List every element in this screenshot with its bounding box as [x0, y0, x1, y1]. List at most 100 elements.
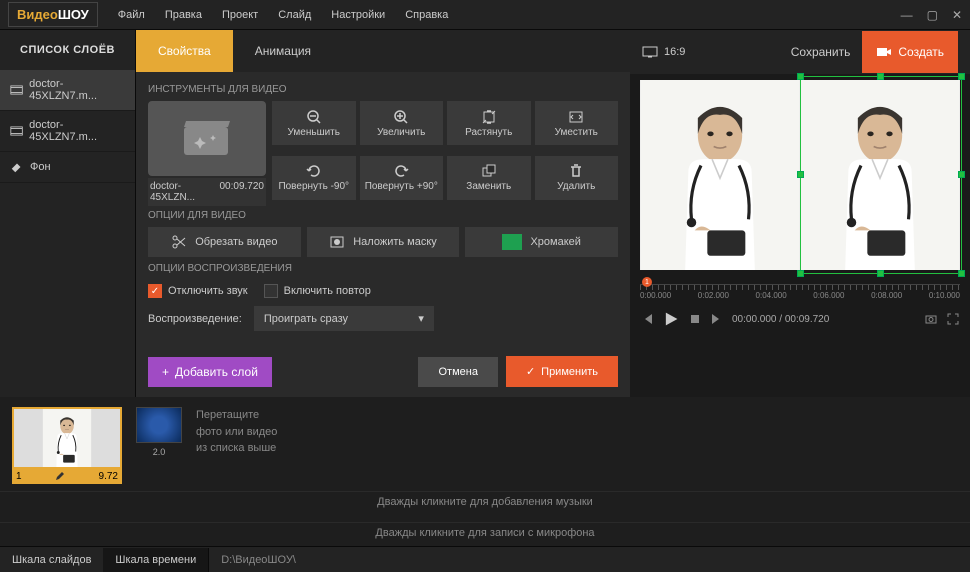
- time-mark: 0:10.000: [929, 291, 960, 300]
- zoom-out-button[interactable]: Уменьшить: [272, 101, 356, 145]
- stop-button[interactable]: [688, 312, 702, 326]
- slide-card[interactable]: 1 9.72: [12, 407, 122, 484]
- rotate-left-icon: [306, 163, 322, 179]
- checkbox-icon: [264, 284, 278, 298]
- chroma-swatch-icon: [502, 234, 522, 250]
- replace-icon: [481, 163, 497, 179]
- video-icon: [10, 124, 23, 138]
- play-button[interactable]: [662, 310, 680, 328]
- add-music-hint[interactable]: Дважды кликните для добавления музыки: [0, 491, 970, 512]
- layer-label: doctor-45XLZN7.m...: [29, 119, 125, 143]
- clip-name: doctor-45XLZN...: [150, 181, 220, 203]
- menu-file[interactable]: Файл: [108, 3, 155, 27]
- pencil-icon: [55, 471, 65, 481]
- rotate-right-icon: [393, 163, 409, 179]
- clip-thumbnail[interactable]: [148, 101, 266, 176]
- add-layer-button[interactable]: +Добавить слой: [148, 357, 272, 387]
- paint-icon: [10, 160, 24, 174]
- chevron-down-icon: ▾: [418, 312, 424, 325]
- rotate-left-button[interactable]: Повернуть -90°: [272, 156, 356, 200]
- menu-project[interactable]: Проект: [212, 3, 268, 27]
- crop-video-button[interactable]: Обрезать видео: [148, 227, 301, 257]
- clip-duration: 00:09.720: [220, 181, 265, 203]
- mask-icon: [329, 234, 345, 250]
- tab-animation[interactable]: Анимация: [233, 30, 333, 72]
- apply-button[interactable]: ✓Применить: [506, 356, 618, 387]
- time-position: 00:00.000 / 00:09.720: [732, 314, 829, 325]
- app-logo: ВидеоШОУ: [8, 2, 98, 27]
- menu-help[interactable]: Справка: [395, 3, 458, 27]
- camera-icon: [876, 45, 892, 59]
- layer-label: Фон: [30, 161, 51, 173]
- prev-button[interactable]: [640, 312, 654, 326]
- delete-button[interactable]: Удалить: [535, 156, 619, 200]
- clapper-sparkle-icon: [182, 119, 232, 159]
- trash-icon: [568, 163, 584, 179]
- resize-handle[interactable]: [958, 270, 965, 277]
- transition-thumb: [136, 407, 182, 443]
- resize-handle[interactable]: [877, 270, 884, 277]
- menu-settings[interactable]: Настройки: [321, 3, 395, 27]
- section-play-opts: ОПЦИИ ВОСПРОИЗВЕДЕНИЯ: [148, 263, 618, 274]
- loop-checkbox[interactable]: Включить повтор: [264, 284, 371, 298]
- menu-edit[interactable]: Правка: [155, 3, 212, 27]
- selection-box[interactable]: [800, 76, 962, 274]
- checkbox-checked-icon: ✓: [148, 284, 162, 298]
- time-mark: 0:08.000: [871, 291, 902, 300]
- playback-label: Воспроизведение:: [148, 313, 242, 325]
- snapshot-button[interactable]: [924, 312, 938, 326]
- time-mark: 0:04.000: [756, 291, 787, 300]
- slide-number: 1: [16, 471, 22, 482]
- project-path: D:\ВидеоШОУ\: [208, 548, 308, 572]
- time-mark: 0:06.000: [813, 291, 844, 300]
- rotate-right-button[interactable]: Повернуть +90°: [360, 156, 444, 200]
- slide-thumb-image: [14, 409, 120, 467]
- resize-handle[interactable]: [958, 171, 965, 178]
- layer-item-0[interactable]: doctor-45XLZN7.m...: [0, 70, 135, 111]
- resize-handle[interactable]: [958, 73, 965, 80]
- preview-panel: 16:9 Сохранить Создать 1 0:00.000 0:02.0…: [630, 30, 970, 397]
- cancel-button[interactable]: Отмена: [418, 357, 497, 387]
- minimize-icon[interactable]: —: [901, 8, 913, 22]
- fit-button[interactable]: Уместить: [535, 101, 619, 145]
- playhead[interactable]: 1: [642, 277, 652, 287]
- scissors-icon: [171, 234, 187, 250]
- fullscreen-button[interactable]: [946, 312, 960, 326]
- tab-properties[interactable]: Свойства: [136, 30, 233, 72]
- next-button[interactable]: [710, 312, 724, 326]
- tab-slide-scale[interactable]: Шкала слайдов: [0, 548, 103, 572]
- chromakey-button[interactable]: Хромакей: [465, 227, 618, 257]
- section-video-opts: ОПЦИИ ДЛЯ ВИДЕО: [148, 210, 618, 221]
- layer-item-1[interactable]: doctor-45XLZN7.m...: [0, 111, 135, 152]
- time-mark: 0:00.000: [640, 291, 671, 300]
- properties-panel: Свойства Анимация ИНСТРУМЕНТЫ ДЛЯ ВИДЕО …: [136, 30, 630, 397]
- mute-checkbox[interactable]: ✓Отключить звук: [148, 284, 248, 298]
- resize-handle[interactable]: [877, 73, 884, 80]
- create-button[interactable]: Создать: [862, 31, 958, 73]
- drop-hint: Перетащитефото или видеоиз списка выше: [196, 407, 277, 457]
- layer-item-bg[interactable]: Фон: [0, 152, 135, 183]
- playback-select[interactable]: Проиграть сразу▾: [254, 306, 434, 331]
- transition-card[interactable]: 2.0: [136, 407, 182, 457]
- zoom-in-button[interactable]: Увеличить: [360, 101, 444, 145]
- save-button[interactable]: Сохранить: [779, 31, 863, 73]
- mask-button[interactable]: Наложить маску: [307, 227, 460, 257]
- resize-handle[interactable]: [797, 270, 804, 277]
- record-mic-hint[interactable]: Дважды кликните для записи с микрофона: [0, 522, 970, 543]
- bottom-panel: 1 9.72 2.0 Перетащитефото или видеоиз сп…: [0, 397, 970, 572]
- menu-slide[interactable]: Слайд: [268, 3, 321, 27]
- resize-handle[interactable]: [797, 171, 804, 178]
- plus-icon: +: [162, 365, 169, 379]
- preview-canvas[interactable]: [640, 80, 960, 270]
- aspect-ratio-button[interactable]: 16:9: [642, 46, 685, 58]
- layer-label: doctor-45XLZN7.m...: [29, 78, 125, 102]
- stretch-button[interactable]: Растянуть: [447, 101, 531, 145]
- resize-handle[interactable]: [797, 73, 804, 80]
- check-icon: ✓: [526, 365, 535, 378]
- replace-button[interactable]: Заменить: [447, 156, 531, 200]
- preview-timeline[interactable]: 1 0:00.000 0:02.000 0:04.000 0:06.000 0:…: [640, 284, 960, 300]
- tab-time-scale[interactable]: Шкала времени: [103, 548, 208, 572]
- maximize-icon[interactable]: ▢: [927, 8, 938, 22]
- video-icon: [10, 83, 23, 97]
- close-icon[interactable]: ✕: [952, 8, 962, 22]
